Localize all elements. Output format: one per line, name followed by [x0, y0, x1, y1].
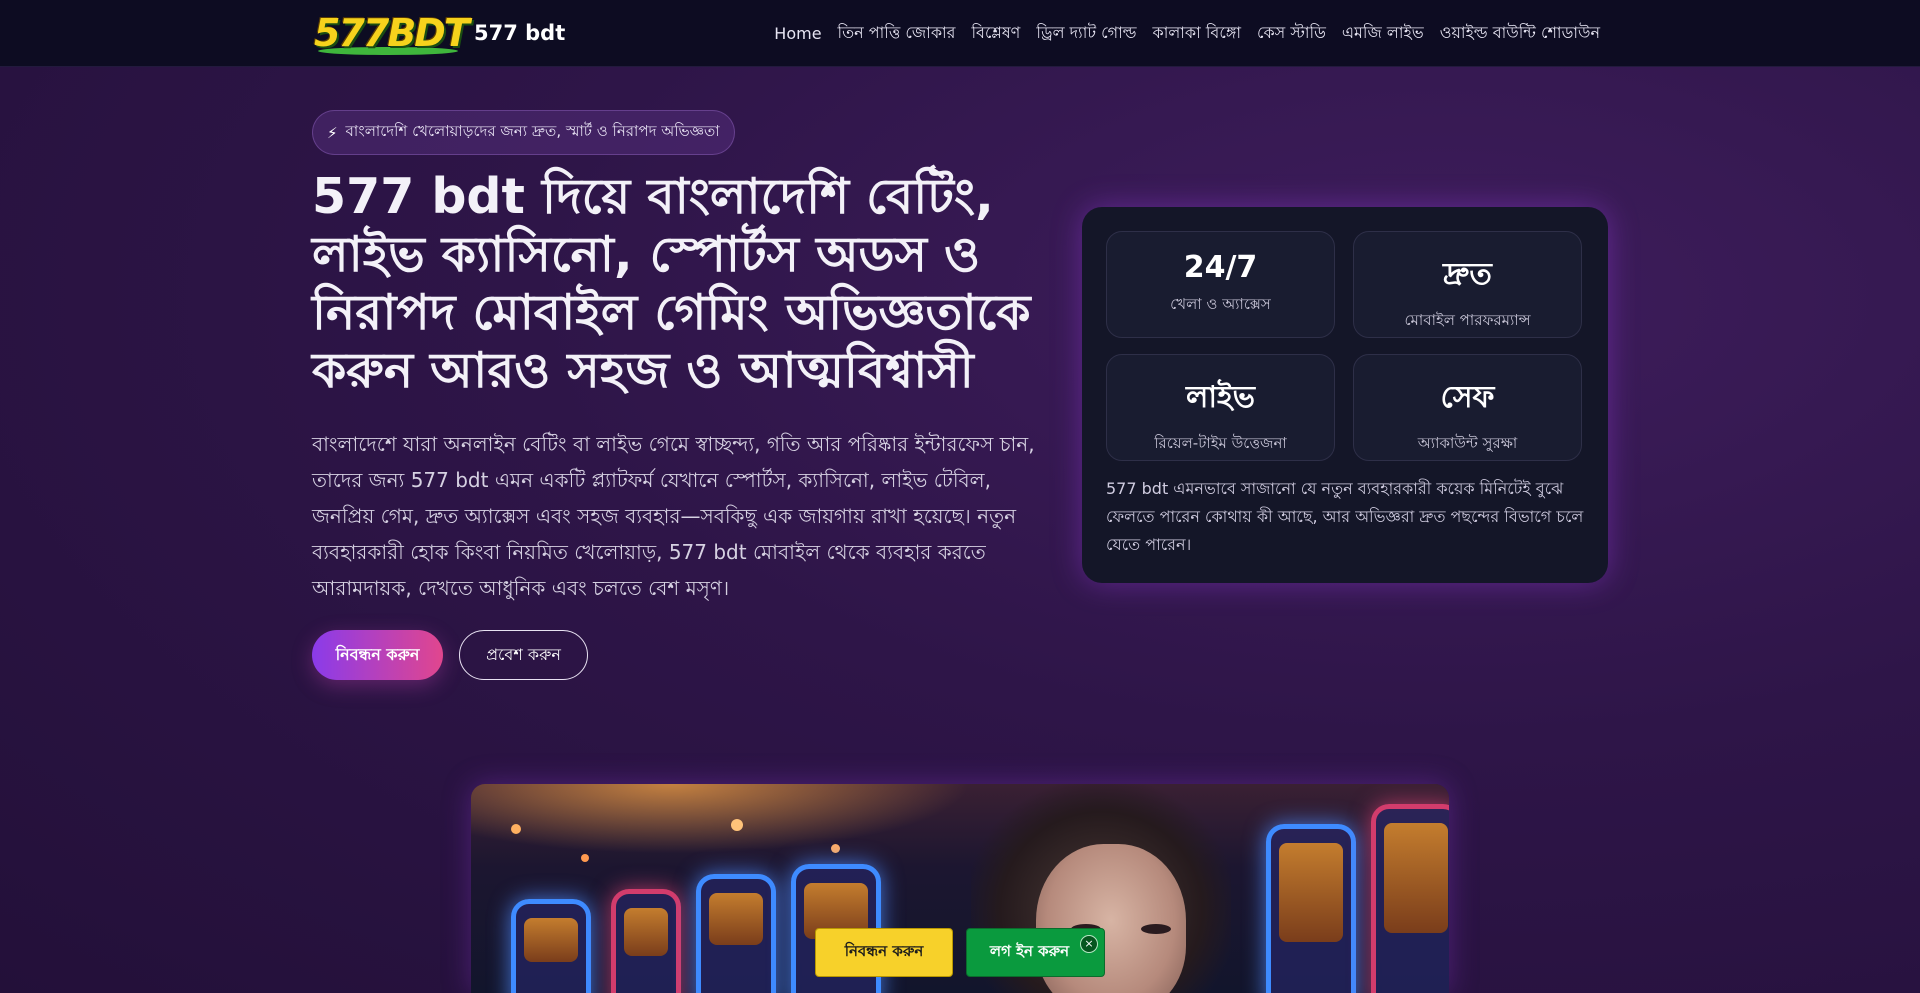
nav-mg-live[interactable]: এমজি লাইভ	[1342, 20, 1424, 47]
stat-label: খেলা ও অ্যাক্সেস	[1170, 295, 1271, 313]
slot-machine	[1371, 804, 1449, 993]
slot-machine	[1266, 824, 1356, 993]
eye	[1141, 924, 1171, 934]
slot-machine	[696, 874, 776, 993]
stat-value: লাইভ	[1185, 380, 1255, 415]
register-button[interactable]: নিবন্ধন করুন	[312, 630, 443, 680]
brand-name[interactable]: 577 bdt	[474, 21, 565, 45]
stat-value: দ্রুত	[1443, 257, 1492, 292]
ceiling-light	[471, 784, 971, 854]
site-logo[interactable]: 577BDT	[312, 11, 470, 55]
brand[interactable]: 577BDT 577 bdt	[312, 11, 565, 55]
slot-machine	[511, 899, 591, 993]
nav-case-study[interactable]: কেস স্টাডি	[1257, 20, 1326, 47]
nav-home[interactable]: Home	[774, 24, 821, 43]
stat-label: রিয়েল-টাইম উত্তেজনা	[1154, 434, 1287, 452]
hero-badge: ⚡ বাংলাদেশি খেলোয়াড়দের জন্য দ্রুত, স্ম…	[312, 110, 735, 155]
stat-label: মোবাইল পারফরম্যান্স	[1404, 311, 1531, 329]
hero-badge-text: বাংলাদেশি খেলোয়াড়দের জন্য দ্রুত, স্মার…	[345, 122, 720, 140]
close-icon[interactable]: ×	[1080, 935, 1098, 953]
stat-label: অ্যাকাউন্ট সুরক্ষা	[1417, 434, 1518, 452]
nav-drill-that-gold[interactable]: ড্রিল দ্যাট গোল্ড	[1036, 20, 1136, 47]
nav-kalaka-bingo[interactable]: কালাকা বিঙ্গো	[1153, 20, 1241, 47]
stat-value: সেফ	[1440, 380, 1495, 415]
bokeh-light	[731, 819, 743, 831]
lightning-icon: ⚡	[327, 123, 338, 142]
hero-title: 577 bdt দিয়ে বাংলাদেশি বেটিং, লাইভ ক্যা…	[312, 168, 1031, 399]
login-button[interactable]: প্রবেশ করুন	[459, 630, 588, 680]
logo-text: 577BDT	[314, 11, 470, 55]
stats-note: 577 bdt এমনভাবে সাজানো যে নতুন ব্যবহারকা…	[1106, 479, 1584, 554]
floating-register-button[interactable]: নিবন্ধন করুন	[815, 928, 953, 977]
hero-description: বাংলাদেশে যারা অনলাইন বেটিং বা লাইভ গেমে…	[312, 432, 1035, 600]
slot-machine	[611, 889, 681, 993]
top-navbar: 577BDT 577 bdt Home তিন পাত্তি জোকার বিশ…	[0, 0, 1920, 67]
stat-card-live: লাইভ রিয়েল-টাইম উত্তেজনা	[1106, 354, 1335, 461]
casino-hero-image	[471, 784, 1449, 993]
bokeh-light	[511, 824, 521, 834]
bokeh-light	[831, 844, 840, 853]
stat-card-access: 24/7 খেলা ও অ্যাক্সেস	[1106, 231, 1335, 338]
nav-analysis[interactable]: বিশ্লেষণ	[971, 20, 1020, 47]
stats-card: 24/7 খেলা ও অ্যাক্সেস দ্রুত মোবাইল পারফর…	[1082, 207, 1608, 583]
main-nav: Home তিন পাত্তি জোকার বিশ্লেষণ ড্রিল দ্য…	[774, 0, 1600, 67]
nav-teen-patti-joker[interactable]: তিন পাত্তি জোকার	[838, 20, 956, 47]
nav-wild-bounty-showdown[interactable]: ওয়াইল্ড বাউন্টি শোডাউন	[1440, 20, 1600, 47]
bokeh-light	[581, 854, 589, 862]
stat-value: 24/7	[1183, 250, 1258, 285]
stat-card-performance: দ্রুত মোবাইল পারফরম্যান্স	[1353, 231, 1582, 338]
stat-card-security: সেফ অ্যাকাউন্ট সুরক্ষা	[1353, 354, 1582, 461]
